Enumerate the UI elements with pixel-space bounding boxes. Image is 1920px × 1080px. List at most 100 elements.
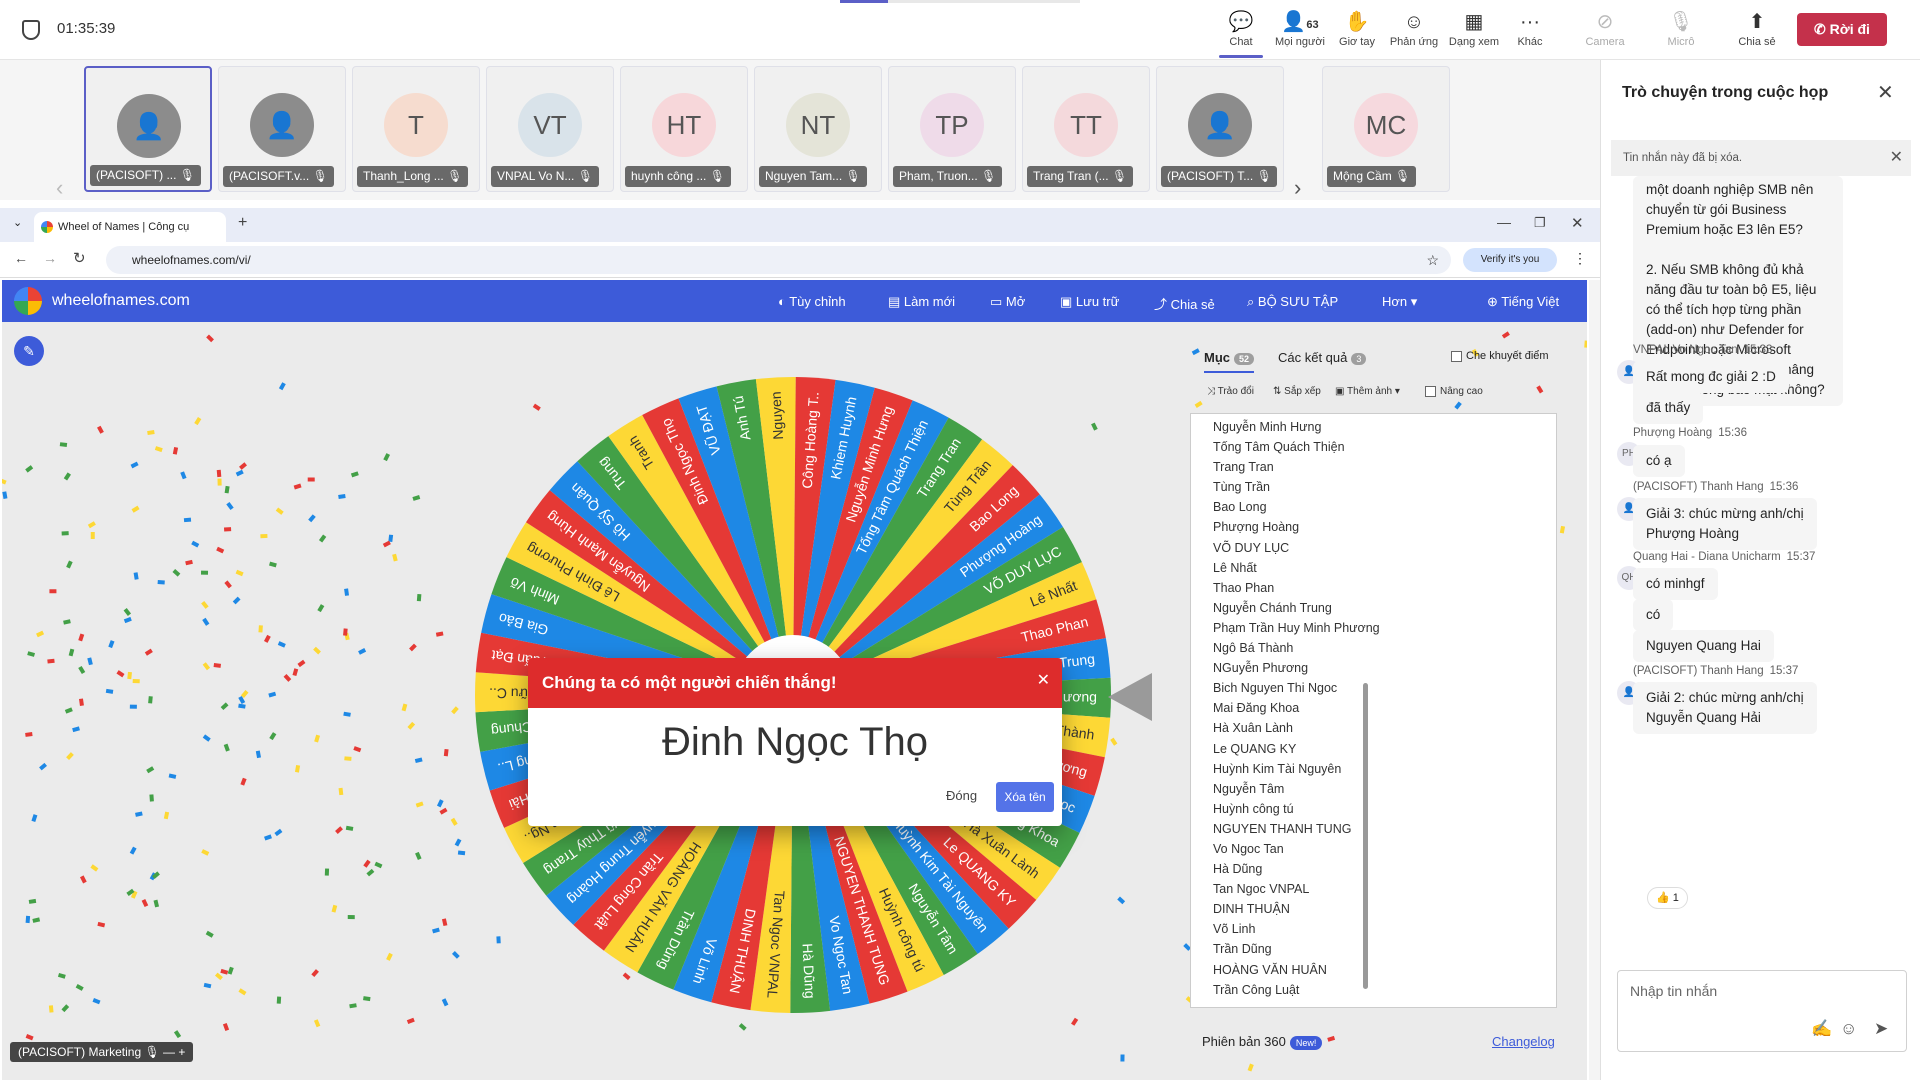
shuffle-button[interactable]: ⤨ Trảo đổi <box>1207 386 1254 397</box>
send-icon[interactable]: ➤ <box>1874 1019 1888 1039</box>
confetti-piece <box>63 472 71 481</box>
more-icon: ··· <box>1520 11 1540 33</box>
menu-item-4[interactable]: ⤴ Chia sẻ <box>1154 294 1215 313</box>
participant-tile[interactable]: 👤 (PACISOFT.v... 🎙 <box>218 66 346 192</box>
address-bar[interactable]: wheelofnames.com/vi/ ☆ <box>106 246 1451 274</box>
chevron-right-icon[interactable]: › <box>1294 175 1301 201</box>
reaction-badge[interactable]: 👍 1 <box>1647 887 1688 909</box>
message-time: 15:37 <box>1786 551 1816 563</box>
participant-tile[interactable]: T Thanh_Long ... 🎙 <box>352 66 480 192</box>
format-icon[interactable]: ✍ <box>1811 1019 1832 1039</box>
confetti-piece <box>412 495 421 501</box>
hide-checkbox[interactable] <box>1451 350 1462 362</box>
site-logo <box>14 287 42 315</box>
advanced-option[interactable]: Nâng cao <box>1425 386 1483 397</box>
close-notice-icon[interactable]: ✕ <box>1890 140 1903 176</box>
message-composer[interactable]: Nhập tin nhắn ✍ ☺ ➤ <box>1617 970 1907 1052</box>
minimize-icon[interactable]: — <box>1497 214 1511 230</box>
menu-item-6[interactable]: Hơn ▾ <box>1382 294 1417 310</box>
close-chat-icon[interactable]: ✕ <box>1877 80 1894 105</box>
confetti-piece <box>172 569 181 577</box>
participant-name-text: Trang Tran (... <box>1033 169 1109 183</box>
message-time: 15:33 <box>1743 344 1773 356</box>
hide-label: Che khuyết điểm <box>1466 350 1549 362</box>
menu-item-0[interactable]: ◐ Tùy chỉnh <box>778 294 846 309</box>
person-icon: 👤 <box>117 94 181 158</box>
tab-entries[interactable]: Mục 52 <box>1204 350 1255 373</box>
confetti-piece <box>224 485 230 494</box>
entries-scrollbar[interactable] <box>1363 683 1368 989</box>
toolbar-view-button[interactable]: ▦ Dạng xem <box>1444 8 1504 48</box>
participant-tile[interactable]: 👤 (PACISOFT) ... 🎙 <box>84 66 212 192</box>
participant-tile[interactable]: 👤 (PACISOFT) T... 🎙 <box>1156 66 1284 192</box>
browser-menu-icon[interactable]: ⋮ <box>1573 250 1587 267</box>
emoji-icon[interactable]: ☺ <box>1840 1019 1857 1039</box>
toolbar-more-button[interactable]: ··· Khác <box>1500 8 1560 48</box>
confetti-piece <box>25 1033 34 1041</box>
reload-icon[interactable]: ↻ <box>73 249 86 267</box>
verify-button[interactable]: Verify it's you <box>1463 248 1557 272</box>
tab-results[interactable]: Các kết quả 3 <box>1278 350 1367 365</box>
toolbar-label: Mọi người <box>1274 36 1326 48</box>
sort-button[interactable]: ⇅ Sắp xếp <box>1273 386 1321 397</box>
confetti-piece <box>57 972 66 979</box>
remove-name-button[interactable]: Xóa tên <box>996 782 1054 812</box>
toolbar-raise-hand-button[interactable]: ✋ Giơ tay <box>1327 8 1387 48</box>
advanced-checkbox[interactable] <box>1425 386 1436 397</box>
confetti-piece <box>163 811 170 820</box>
add-image-label: Thêm ảnh <box>1347 386 1393 397</box>
chevron-left-icon[interactable]: ‹ <box>56 175 63 201</box>
participant-tile[interactable]: TT Trang Tran (... 🎙 <box>1022 66 1150 192</box>
restore-icon[interactable]: ❐ <box>1534 215 1546 231</box>
toolbar-camera-off-button[interactable]: ⊘ Camera <box>1575 8 1635 48</box>
pencil-icon[interactable]: ✎ <box>14 336 44 366</box>
toolbar-chat-button[interactable]: 💬 Chat <box>1211 8 1271 58</box>
chevron-down-icon[interactable]: ⌄ <box>13 216 22 229</box>
entry-line: Trần Dũng <box>1213 942 1272 957</box>
page-scrollbar[interactable] <box>1589 280 1600 1080</box>
winner-name: Đinh Ngọc Thọ <box>661 720 929 764</box>
confetti-piece <box>350 471 359 478</box>
add-image-button[interactable]: ▣ Thêm ảnh ▾ <box>1335 386 1400 397</box>
confetti-piece <box>308 514 316 523</box>
menu-item-1[interactable]: ▤ Làm mới <box>888 294 955 310</box>
confetti-piece <box>260 533 268 539</box>
participant-name: Pham, Truon... 🎙 <box>893 166 1003 187</box>
participant-tile[interactable]: TP Pham, Truon... 🎙 <box>888 66 1016 192</box>
palette-icon: ◐ <box>778 294 790 309</box>
confetti-piece <box>217 478 222 486</box>
avatar: T <box>384 93 448 157</box>
forward-icon[interactable]: → <box>43 250 57 266</box>
compose-input[interactable]: Nhập tin nhắn <box>1630 983 1717 999</box>
toolbar-reaction-button[interactable]: ☺ Phản ứng <box>1384 8 1444 48</box>
entry-line: NGUYEN THANH TUNG <box>1213 821 1352 836</box>
bookmark-star-icon[interactable]: ☆ <box>1426 246 1439 274</box>
new-tab-icon[interactable]: + <box>238 214 247 232</box>
hide-option[interactable]: Che khuyết điểm <box>1451 350 1549 362</box>
confetti-piece <box>363 859 371 868</box>
participant-tile[interactable]: VT VNPAL Vo N... 🎙 <box>486 66 614 192</box>
message-sender: Quang Hai - Diana Unicharm 15:37 <box>1633 551 1815 563</box>
close-icon[interactable]: ✕ <box>1037 670 1050 690</box>
menu-item-7[interactable]: ⊕ Tiếng Việt <box>1487 294 1559 310</box>
participant-tile[interactable]: HT huynh công ... 🎙 <box>620 66 748 192</box>
entries-textarea[interactable]: Nguyễn Minh Hưng Tống Tâm Quách Thiện Tran… <box>1190 413 1557 1008</box>
toolbar-people-button[interactable]: 👤63 Mọi người <box>1270 8 1330 48</box>
participant-tile[interactable]: MC Mộng Cầm 🎙 <box>1322 66 1450 192</box>
confetti-piece <box>105 688 114 694</box>
toolbar-mic-off-button[interactable]: 🎙 Micrô <box>1651 8 1711 48</box>
leave-button[interactable]: ✆ Rời đi <box>1797 13 1887 46</box>
close-window-icon[interactable]: ✕ <box>1571 214 1584 232</box>
menu-item-3[interactable]: ▣ Lưu trữ <box>1060 294 1119 310</box>
menu-item-2[interactable]: ▭ Mở <box>990 294 1025 310</box>
menu-item-5[interactable]: ⌕ BỘ SƯU TẬP <box>1247 294 1338 310</box>
changelog-link[interactable]: Changelog <box>1492 1034 1555 1049</box>
confetti-piece <box>123 616 132 624</box>
confetti-piece <box>79 875 87 884</box>
participant-tile[interactable]: NT Nguyen Tam... 🎙 <box>754 66 882 192</box>
confetti-piece <box>1120 1054 1125 1062</box>
browser-tab[interactable]: Wheel of Names | Công cụ <box>34 212 226 242</box>
toolbar-share-button[interactable]: ⬆ Chia sẻ <box>1727 8 1787 48</box>
back-icon[interactable]: ← <box>14 250 28 266</box>
dialog-close-button[interactable]: Đóng <box>946 788 977 803</box>
